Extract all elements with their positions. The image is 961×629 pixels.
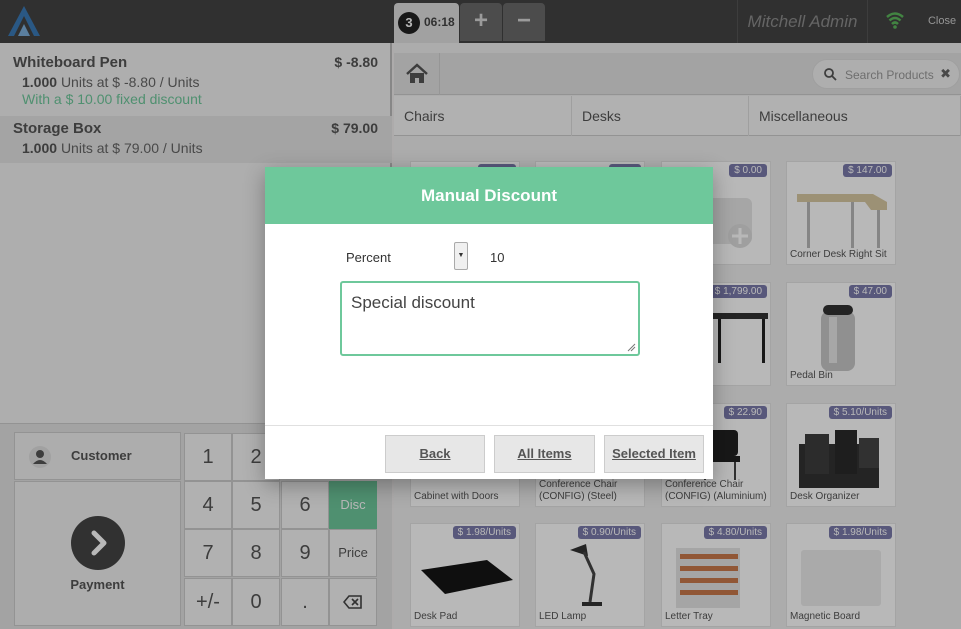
all-items-button[interactable]: All Items bbox=[494, 435, 595, 473]
dropdown-arrow-icon[interactable]: ▼ bbox=[454, 242, 468, 270]
discount-reason-textarea[interactable]: Special discount bbox=[340, 281, 640, 356]
selected-item-button[interactable]: Selected Item bbox=[604, 435, 704, 473]
discount-type-select[interactable]: Percent ▼ bbox=[342, 242, 468, 270]
discount-type-value: Percent bbox=[346, 250, 391, 265]
dialog-title: Manual Discount bbox=[265, 167, 713, 224]
back-button[interactable]: Back bbox=[385, 435, 485, 473]
discount-reason-text: Special discount bbox=[351, 293, 475, 312]
resize-handle-icon[interactable] bbox=[626, 342, 636, 352]
manual-discount-dialog: Manual Discount Percent ▼ 10 Special dis… bbox=[265, 167, 713, 479]
discount-value-input[interactable]: 10 bbox=[490, 250, 504, 265]
